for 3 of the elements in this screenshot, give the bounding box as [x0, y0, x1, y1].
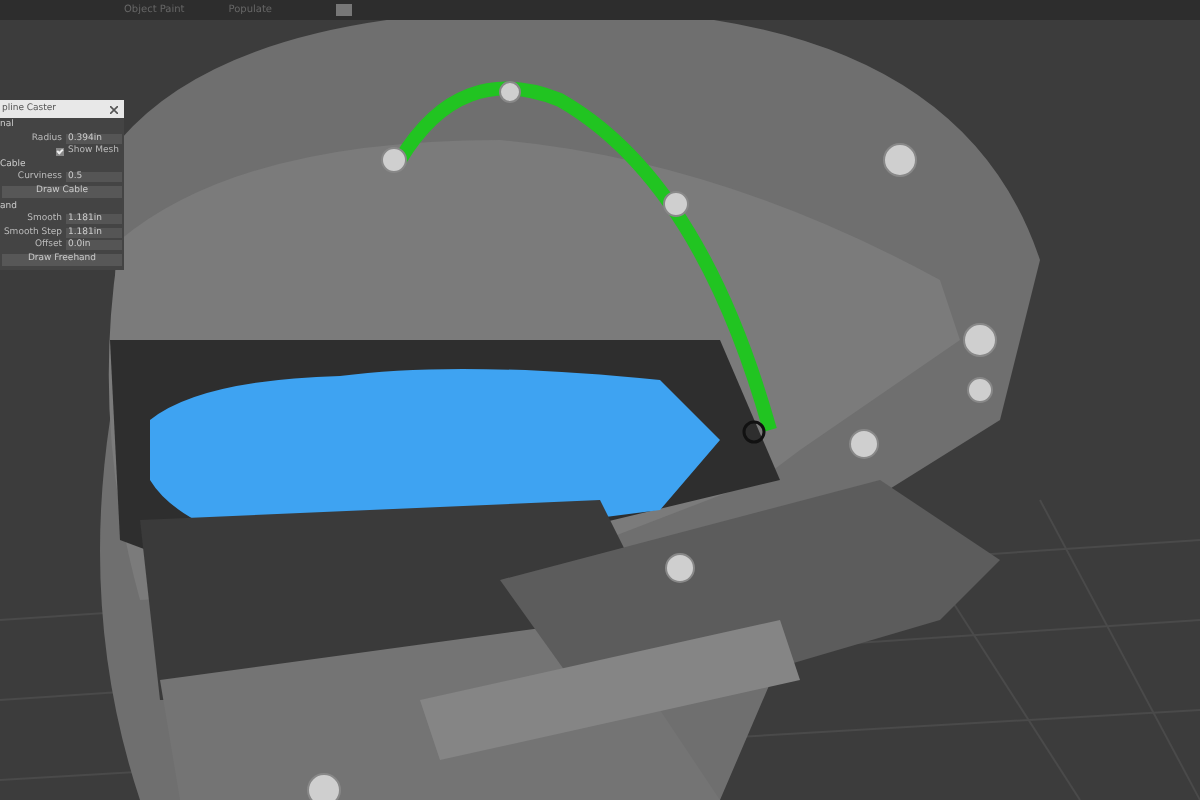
- checkbox[interactable]: [56, 147, 64, 156]
- toolbar-icon[interactable]: [335, 4, 352, 16]
- close-icon[interactable]: [110, 105, 118, 113]
